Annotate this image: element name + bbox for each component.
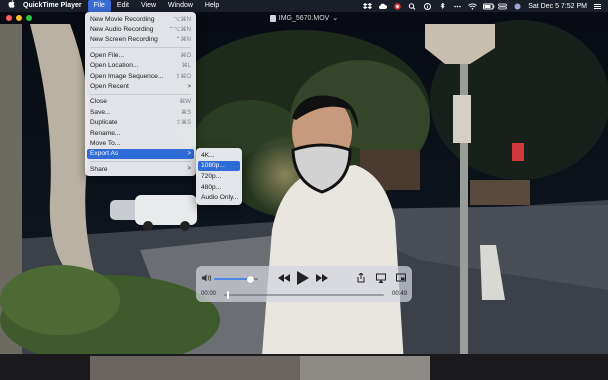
menu-item-label: 1080p... <box>201 162 225 170</box>
menu-item-open-image-sequence[interactable]: Open Image Sequence... ⇧⌘O <box>85 71 196 81</box>
menu-separator <box>90 161 191 163</box>
menu-edit[interactable]: Edit <box>111 0 135 12</box>
rewind-icon[interactable] <box>278 272 290 284</box>
apple-icon[interactable] <box>0 0 21 12</box>
search-icon[interactable] <box>408 2 417 10</box>
menu-item-export-as[interactable]: Export As > <box>87 148 194 160</box>
menu-shortcut: ⌥⌘N <box>173 16 191 23</box>
submenu-arrow-icon: > <box>187 83 191 90</box>
menu-item-label: Duplicate <box>90 119 118 127</box>
timeline-scrubber[interactable] <box>224 291 384 299</box>
playback-controls: 00:00 00:49 <box>196 266 412 302</box>
playhead[interactable] <box>227 291 230 299</box>
menu-shortcut: ⌘O <box>180 52 191 59</box>
menu-item-label: Open Recent <box>90 83 129 91</box>
volume-icon[interactable] <box>202 274 212 282</box>
battery-icon[interactable] <box>483 3 495 10</box>
siri-icon[interactable] <box>513 3 522 10</box>
menu-item-label: 480p... <box>201 183 222 191</box>
menu-item-label: New Screen Recording <box>90 36 158 44</box>
minimize-button[interactable] <box>16 15 22 21</box>
export-1080p[interactable]: 1080p... <box>198 160 240 172</box>
airplay-icon[interactable] <box>376 273 386 283</box>
menu-shortcut: ⇧⌘O <box>175 73 191 80</box>
play-icon[interactable] <box>296 271 310 285</box>
menu-separator <box>90 93 191 95</box>
dropbox-icon[interactable] <box>363 2 373 10</box>
dots-icon[interactable] <box>453 3 462 10</box>
submenu-arrow-icon: > <box>187 166 191 173</box>
file-menu: New Movie Recording ⌥⌘N New Audio Recordi… <box>85 12 196 177</box>
close-button[interactable] <box>6 15 12 21</box>
menu-item-rename[interactable]: Rename... <box>85 128 196 138</box>
app-menu[interactable]: QuickTime Player <box>21 0 88 12</box>
menu-item-open-file[interactable]: Open File... ⌘O <box>85 50 196 60</box>
info-icon[interactable] <box>423 2 432 10</box>
volume-knob[interactable] <box>246 275 254 283</box>
menu-item-label: Move To... <box>90 139 121 147</box>
menu-item-new-movie-recording[interactable]: New Movie Recording ⌥⌘N <box>85 14 196 24</box>
control-center-icon[interactable] <box>498 3 508 10</box>
zoom-button[interactable] <box>26 15 32 21</box>
fast-forward-icon[interactable] <box>316 272 328 284</box>
menu-shortcut: ⌘W <box>179 99 191 106</box>
menu-item-label: Export As <box>90 150 119 158</box>
bluetooth-icon[interactable] <box>438 1 447 10</box>
duration: 00:49 <box>391 291 407 297</box>
menu-help[interactable]: Help <box>199 0 225 12</box>
menu-item-label: 720p... <box>201 172 222 180</box>
export-720p[interactable]: 720p... <box>196 171 242 182</box>
document-icon <box>269 14 276 22</box>
menu-shortcut: ⌘S <box>180 109 191 116</box>
menu-item-duplicate[interactable]: Duplicate ⇧⌘S <box>85 118 196 128</box>
export-480p[interactable]: 480p... <box>196 182 242 193</box>
export-audio-only[interactable]: Audio Only... <box>196 192 242 203</box>
menu-shortcut: ⌃⌥⌘N <box>168 27 191 34</box>
menu-item-label: New Movie Recording <box>90 15 155 23</box>
share-icon[interactable] <box>356 272 366 283</box>
menu-shortcut: ⌃⌘N <box>175 37 191 44</box>
menu-item-label: Open Location... <box>90 62 139 70</box>
menu-window[interactable]: Window <box>162 0 199 12</box>
menu-item-label: Open Image Sequence... <box>90 72 164 80</box>
clock[interactable]: Sat Dec 5 7:52 PM <box>528 3 587 10</box>
volume-level <box>214 278 251 280</box>
title-chevron-icon[interactable]: ⌄ <box>332 14 338 22</box>
menu-item-label: Audio Only... <box>201 194 239 202</box>
submenu-arrow-icon: > <box>187 150 191 157</box>
picture-in-picture-icon[interactable] <box>396 273 406 283</box>
menu-item-label: Rename... <box>90 129 121 137</box>
menu-item-new-audio-recording[interactable]: New Audio Recording ⌃⌥⌘N <box>85 24 196 34</box>
menu-item-close[interactable]: Close ⌘W <box>85 97 196 107</box>
menu-item-label: Save... <box>90 108 111 116</box>
cloud-icon[interactable] <box>378 3 388 10</box>
menu-view[interactable]: View <box>135 0 162 12</box>
menu-item-save[interactable]: Save... ⌘S <box>85 107 196 117</box>
notification-center-icon[interactable] <box>593 3 602 10</box>
menu-separator <box>90 47 191 49</box>
menu-file[interactable]: File <box>87 0 111 12</box>
menu-item-new-screen-recording[interactable]: New Screen Recording ⌃⌘N <box>85 35 196 45</box>
menu-shortcut: ⇧⌘S <box>175 120 191 127</box>
menu-item-label: Share <box>90 165 108 173</box>
current-time: 00:00 <box>201 291 217 297</box>
menu-item-open-recent[interactable]: Open Recent > <box>85 81 196 91</box>
menu-item-open-location[interactable]: Open Location... ⌘L <box>85 61 196 71</box>
wifi-icon[interactable] <box>468 3 478 10</box>
menu-shortcut: ⌘L <box>181 63 191 70</box>
menu-item-label: Close <box>90 98 107 106</box>
menu-item-label: Open File... <box>90 51 125 59</box>
menu-item-label: 4K... <box>201 151 215 159</box>
menu-item-move-to[interactable]: Move To... <box>85 138 196 148</box>
volume-slider[interactable] <box>214 275 258 283</box>
menu-item-share[interactable]: Share > <box>85 164 196 174</box>
export-submenu: 4K... 1080p... 720p... 480p... Audio Onl… <box>196 148 242 205</box>
window-title[interactable]: IMG_5670.MOV <box>279 15 330 22</box>
menu-bar: QuickTime Player File Edit View Window H… <box>0 0 608 12</box>
menu-item-label: New Audio Recording <box>90 26 154 34</box>
record-icon[interactable] <box>393 2 402 10</box>
export-4k[interactable]: 4K... <box>196 150 242 161</box>
